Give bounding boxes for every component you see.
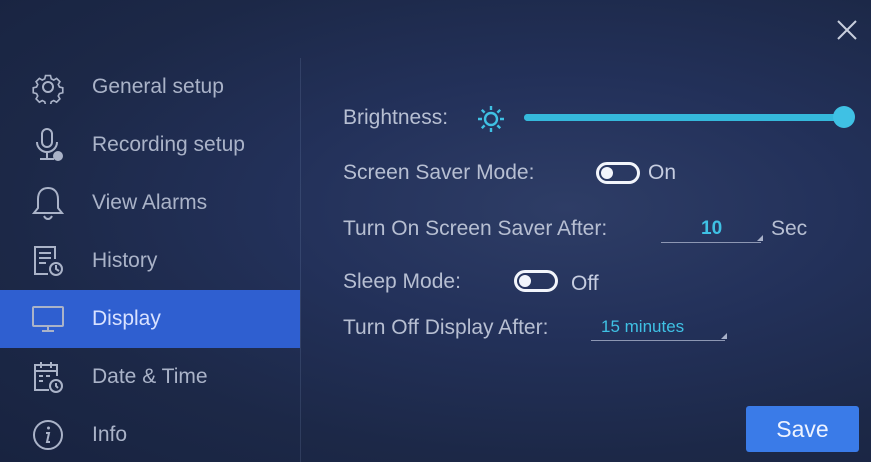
sidebar-item-label: General setup [92, 75, 224, 98]
settings-screen: General setup Recording setup View Alarm… [0, 0, 871, 462]
sleep-mode-toggle[interactable] [514, 270, 558, 292]
sidebar-item-label: History [92, 249, 158, 272]
sidebar-item-general-setup[interactable]: General setup [0, 58, 300, 116]
brightness-label: Brightness: [343, 106, 449, 129]
brightness-slider-thumb[interactable] [833, 106, 855, 128]
save-button[interactable]: Save [746, 406, 859, 452]
sidebar-item-view-alarms[interactable]: View Alarms [0, 174, 300, 232]
calendar-clock-icon [30, 359, 66, 395]
monitor-icon [30, 301, 66, 337]
sidebar-item-label: Display [92, 307, 161, 330]
sidebar-item-label: Info [92, 423, 128, 446]
history-icon [30, 243, 66, 279]
screen-saver-after-value: 10 [701, 218, 723, 239]
sidebar: General setup Recording setup View Alarm… [0, 58, 301, 462]
screen-saver-toggle[interactable] [596, 162, 640, 184]
sidebar-item-date-time[interactable]: Date & Time [0, 348, 300, 406]
brightness-slider-fill [524, 114, 844, 121]
screen-saver-mode-label: Screen Saver Mode: [343, 161, 535, 184]
sleep-mode-state: Off [571, 272, 599, 295]
sidebar-item-recording-setup[interactable]: Recording setup [0, 116, 300, 174]
sleep-mode-label: Sleep Mode: [343, 270, 461, 293]
microphone-icon [30, 127, 66, 163]
display-settings-panel: Brightness: Screen Saver Mode: On Turn O… [300, 0, 871, 462]
field-corner-icon [757, 235, 763, 241]
sidebar-item-display[interactable]: Display [0, 290, 300, 348]
screen-saver-after-field[interactable]: 10 [661, 214, 763, 243]
gear-icon [30, 69, 66, 105]
sidebar-item-history[interactable]: History [0, 232, 300, 290]
sun-icon [476, 104, 506, 134]
info-icon [30, 417, 66, 453]
toggle-knob [601, 167, 613, 179]
bell-icon [30, 185, 66, 221]
field-corner-icon [721, 333, 727, 339]
screen-saver-state: On [648, 161, 677, 184]
display-off-after-label: Turn Off Display After: [343, 316, 549, 339]
sidebar-item-info[interactable]: Info [0, 406, 300, 462]
sidebar-item-label: Recording setup [92, 133, 245, 156]
sidebar-item-label: Date & Time [92, 365, 208, 388]
display-off-after-value: 15 minutes [601, 317, 685, 336]
brightness-slider[interactable] [524, 106, 855, 128]
screen-saver-after-unit: Sec [771, 217, 808, 240]
toggle-knob [519, 275, 531, 287]
screen-saver-after-label: Turn On Screen Saver After: [343, 217, 608, 240]
sidebar-item-label: View Alarms [92, 191, 208, 214]
display-off-after-field[interactable]: 15 minutes [591, 312, 727, 341]
